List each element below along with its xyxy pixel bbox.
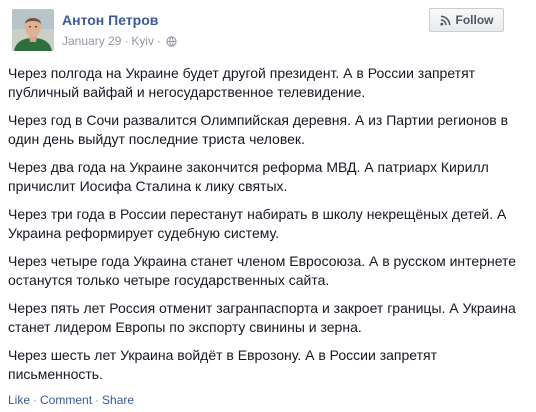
author-name[interactable]: Антон Петров bbox=[62, 12, 158, 28]
follow-button[interactable]: Follow bbox=[429, 8, 504, 32]
post-body: Через полгода на Украине будет другой пр… bbox=[8, 64, 530, 393]
post-paragraph: Через два года на Украине закончится реф… bbox=[8, 159, 489, 194]
share-link[interactable]: Share bbox=[102, 393, 134, 407]
post-location[interactable]: Kyiv bbox=[131, 34, 154, 48]
meta-separator: · bbox=[157, 34, 162, 48]
post-meta: January 29 · Kyiv · bbox=[62, 34, 177, 48]
post-paragraph: Через полгода на Украине будет другой пр… bbox=[8, 65, 476, 100]
post-paragraph: Через три года в России перестанут набир… bbox=[8, 206, 507, 241]
post-paragraph: Через четыре года Украина станет членом … bbox=[8, 253, 517, 288]
follow-label: Follow bbox=[455, 13, 494, 27]
post-actions: Like · Comment · Share bbox=[8, 393, 134, 407]
post-paragraph: Через пять лет Россия отменит загранпасп… bbox=[8, 300, 516, 335]
rss-icon bbox=[439, 15, 450, 26]
like-link[interactable]: Like bbox=[8, 393, 30, 407]
avatar[interactable] bbox=[12, 9, 54, 51]
profile-photo bbox=[12, 9, 54, 51]
facebook-post: Антон Петров January 29 · Kyiv · Follow … bbox=[0, 0, 536, 412]
post-paragraph: Через год в Сочи развалится Олимпийская … bbox=[8, 112, 509, 147]
action-separator: · bbox=[33, 393, 38, 407]
post-paragraph: Через шесть лет Украина войдёт в Еврозон… bbox=[8, 347, 437, 382]
post-date[interactable]: January 29 bbox=[62, 34, 121, 48]
meta-separator: · bbox=[124, 34, 129, 48]
globe-icon[interactable] bbox=[166, 35, 177, 47]
comment-link[interactable]: Comment bbox=[40, 393, 92, 407]
action-separator: · bbox=[95, 393, 100, 407]
